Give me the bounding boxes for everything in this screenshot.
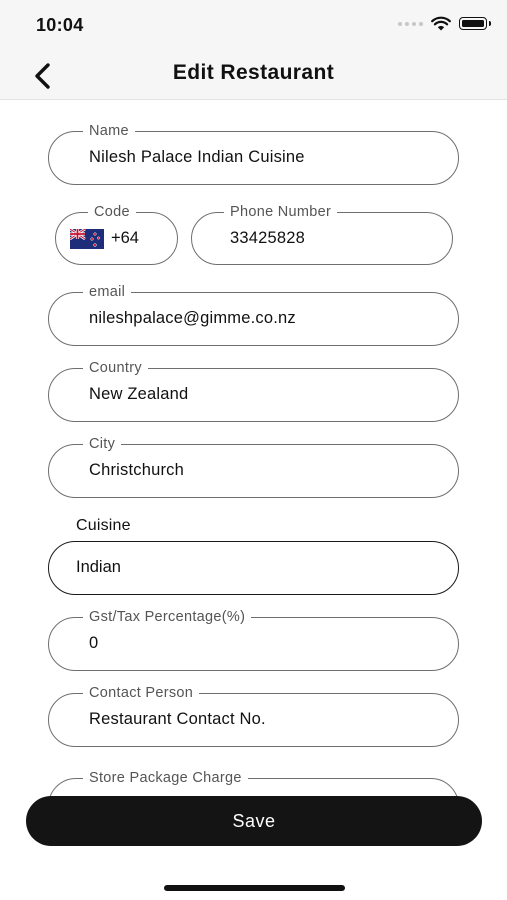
country-code-label: Code: [88, 203, 136, 221]
cuisine-select[interactable]: Indian: [48, 541, 459, 595]
gst-percentage-label: Gst/Tax Percentage(%): [83, 608, 252, 626]
wifi-icon: [431, 16, 451, 31]
home-indicator[interactable]: [164, 885, 345, 891]
email-field-label: email: [83, 283, 132, 301]
save-button[interactable]: Save: [26, 796, 482, 846]
contact-person-value: Restaurant Contact No.: [89, 710, 266, 728]
phone-number-value: 33425828: [230, 229, 306, 247]
page-title: Edit Restaurant: [172, 61, 335, 84]
country-field-value: New Zealand: [89, 385, 189, 403]
name-field[interactable]: Name Nilesh Palace Indian Cuisine: [48, 122, 459, 185]
gst-percentage-field[interactable]: Gst/Tax Percentage(%) 0: [48, 608, 459, 671]
city-field-label: City: [83, 435, 122, 453]
country-field[interactable]: Country New Zealand: [48, 359, 459, 422]
status-icons: [398, 16, 491, 31]
battery-icon: [459, 17, 491, 30]
country-code-field[interactable]: Code +64: [55, 203, 178, 265]
name-field-label: Name: [83, 122, 135, 140]
city-field[interactable]: City Christchurch: [48, 435, 459, 498]
country-code-value: +64: [111, 229, 139, 247]
country-field-label: Country: [83, 359, 148, 377]
phone-number-field[interactable]: Phone Number 33425828: [191, 203, 453, 265]
contact-person-label: Contact Person: [83, 684, 200, 702]
status-bar: 10:04: [0, 0, 507, 50]
status-time: 10:04: [36, 15, 84, 35]
email-field-value: nileshpalace@gimme.co.nz: [89, 309, 296, 327]
cuisine-label: Cuisine: [76, 517, 131, 534]
contact-person-field[interactable]: Contact Person Restaurant Contact No.: [48, 684, 459, 747]
new-zealand-flag-icon: [70, 229, 104, 249]
name-field-value: Nilesh Palace Indian Cuisine: [89, 148, 305, 166]
phone-number-label: Phone Number: [224, 203, 338, 221]
city-field-value: Christchurch: [89, 461, 185, 479]
email-field[interactable]: email nileshpalace@gimme.co.nz: [48, 283, 459, 346]
cellular-signal-icon: [398, 21, 423, 26]
gst-percentage-value: 0: [89, 634, 99, 652]
package-charge-label: Store Package Charge: [83, 769, 248, 787]
cuisine-select-value: Indian: [76, 558, 121, 576]
nav-bar: Edit Restaurant: [0, 50, 507, 100]
